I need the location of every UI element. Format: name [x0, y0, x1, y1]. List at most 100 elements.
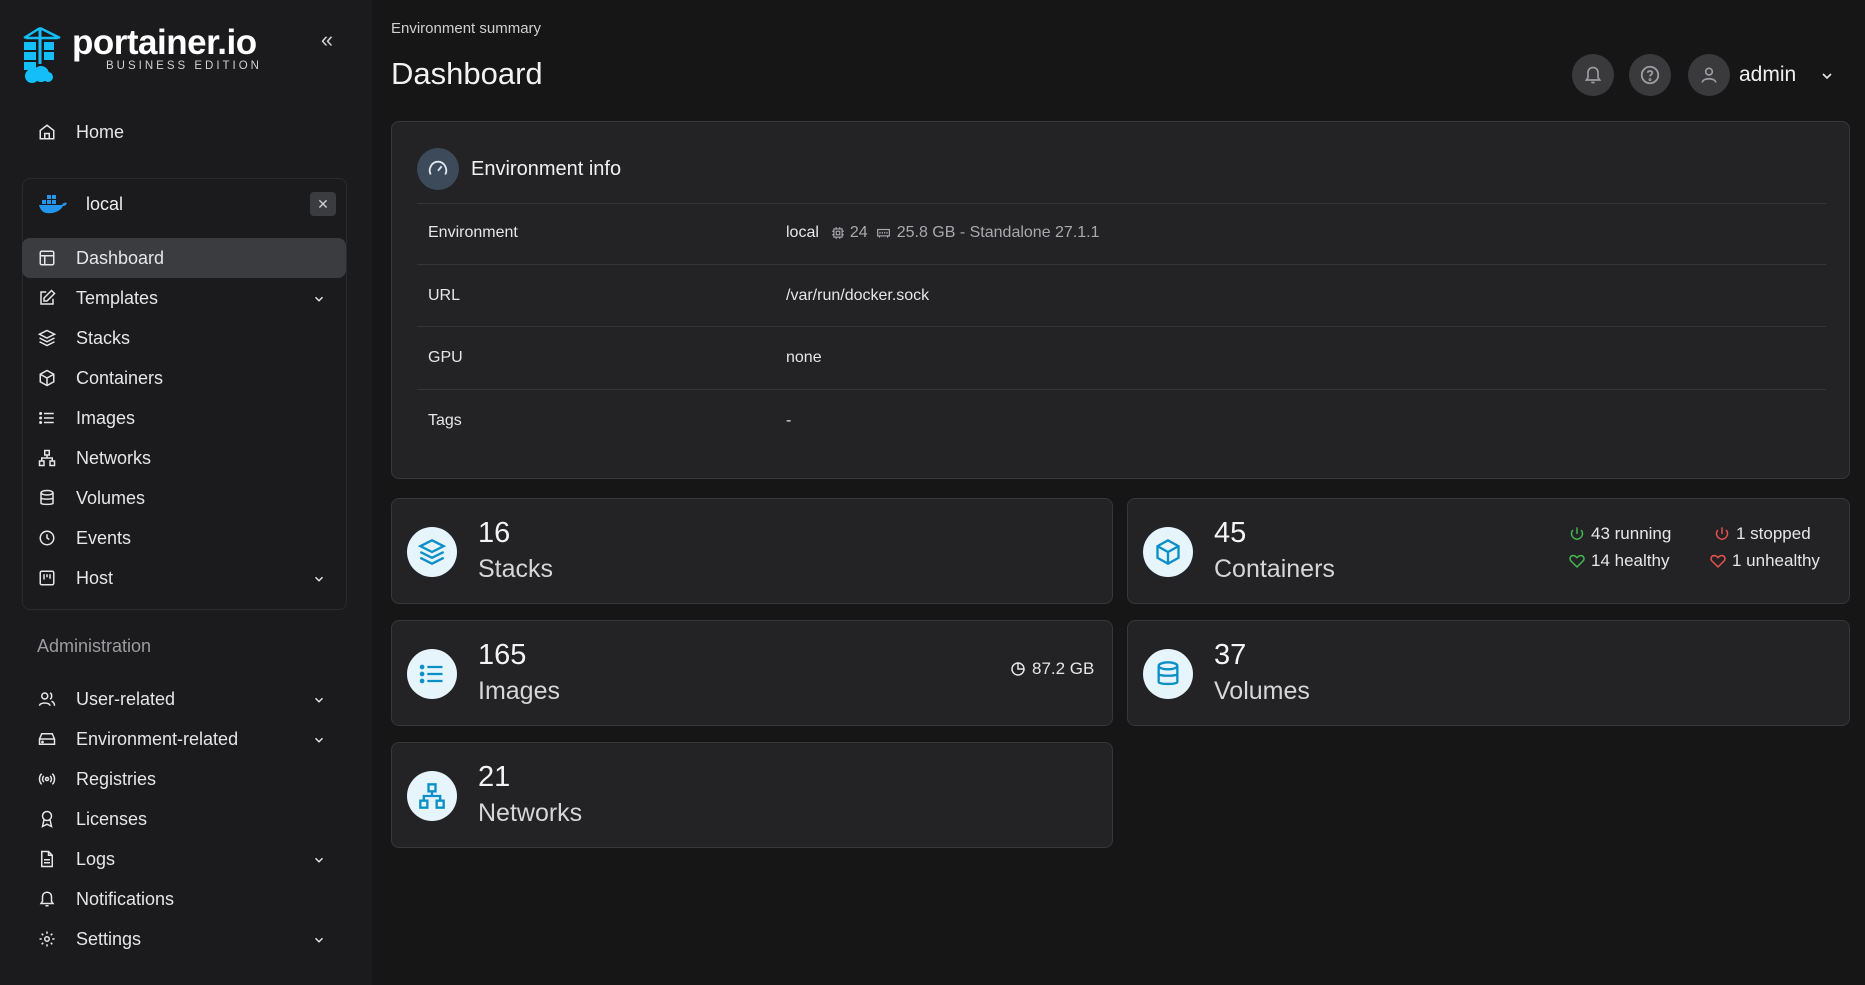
images-count: 165: [478, 639, 527, 671]
chevron-down-icon: [312, 731, 326, 752]
sidebar-item-user-related[interactable]: User-related: [22, 679, 346, 719]
images-label: Images: [478, 677, 560, 705]
hard-drive-icon: [34, 730, 60, 748]
divider: [417, 326, 1826, 327]
power-icon: [1570, 527, 1584, 541]
administration-heading: Administration: [37, 636, 152, 656]
sidebar-item-label: Notifications: [76, 888, 175, 909]
volumes-card[interactable]: 37 Volumes: [1127, 620, 1850, 726]
sidebar-item-environment-related[interactable]: Environment-related: [22, 719, 346, 759]
sidebar-item-volumes[interactable]: Volumes: [22, 478, 346, 518]
power-icon: [1715, 527, 1729, 541]
running-text: 43 running: [1591, 524, 1672, 543]
heart-icon: [1569, 554, 1585, 569]
chevron-down-icon: [312, 851, 326, 872]
gauge-icon: [417, 148, 459, 190]
chevron-down-icon: [1822, 73, 1832, 80]
environment-value: local: [786, 224, 819, 241]
images-card[interactable]: 165 Images 87.2 GB: [391, 620, 1113, 726]
sidebar: portainer.io BUSINESS EDITION « Home loc…: [0, 0, 372, 985]
sidebar-item-label: Containers: [76, 367, 164, 388]
stopped-count: 1 stopped: [1714, 524, 1811, 544]
healthy-text: 14 healthy: [1591, 551, 1670, 570]
unhealthy-text: 1 unhealthy: [1732, 551, 1820, 570]
env-row-value: /var/run/docker.sock: [786, 287, 930, 304]
sidebar-item-home[interactable]: Home: [22, 112, 346, 152]
notifications-button[interactable]: [1572, 54, 1614, 96]
networks-label: Networks: [478, 799, 583, 827]
sidebar-item-events[interactable]: Events: [22, 518, 346, 558]
portainer-logo[interactable]: portainer.io BUSINESS EDITION: [20, 24, 262, 84]
network-icon: [407, 771, 457, 821]
networks-card[interactable]: 21 Networks: [391, 742, 1113, 848]
user-name[interactable]: admin: [1739, 63, 1796, 87]
env-row-key: URL: [428, 287, 461, 304]
user-avatar[interactable]: [1688, 54, 1730, 96]
sidebar-item-settings[interactable]: Settings: [22, 919, 346, 959]
containers-card[interactable]: 45 Containers 43 running 1 stopped 14 he…: [1127, 498, 1850, 604]
divider: [417, 203, 1826, 204]
sidebar-item-notifications[interactable]: Notifications: [22, 879, 346, 919]
sidebar-item-templates[interactable]: Templates: [22, 278, 346, 318]
sidebar-item-label: User-related: [76, 688, 176, 709]
cpu-count: 24: [849, 224, 868, 241]
sidebar-item-label: Licenses: [76, 808, 148, 829]
sidebar-item-label: Volumes: [76, 487, 146, 508]
sidebar-item-images[interactable]: Images: [22, 398, 346, 438]
stacks-count: 16: [478, 517, 511, 549]
sidebar-item-label: Events: [76, 527, 132, 548]
environment-info-card: Environment info Environment local 24 25…: [391, 121, 1850, 479]
sidebar-item-label: Logs: [76, 848, 116, 869]
edit-icon: [34, 289, 60, 307]
users-icon: [34, 690, 60, 708]
sidebar-item-logs[interactable]: Logs: [22, 839, 346, 879]
sidebar-item-registries[interactable]: Registries: [22, 759, 346, 799]
sidebar-item-label: Images: [76, 407, 136, 428]
docker-icon: [38, 194, 68, 214]
images-size: 87.2 GB: [1010, 659, 1094, 679]
layers-icon: [34, 329, 60, 347]
breadcrumb: Environment summary: [391, 20, 542, 37]
chevron-down-icon: [312, 570, 326, 591]
env-row-value: -: [786, 412, 792, 429]
networks-count: 21: [478, 761, 511, 793]
list-icon: [34, 409, 60, 427]
help-button[interactable]: [1629, 54, 1671, 96]
memory-icon: [876, 226, 891, 240]
sidebar-item-host[interactable]: Host: [22, 558, 346, 598]
collapse-sidebar-button[interactable]: «: [313, 27, 341, 55]
env-row-key: Environment: [428, 224, 518, 241]
environment-info-title: Environment info: [471, 157, 622, 180]
cpu-icon: [831, 226, 845, 240]
env-row-value: local 24 25.8 GB - Standalone 27.1.1: [786, 224, 1100, 242]
close-environment-button[interactable]: ✕: [310, 192, 336, 216]
bell-icon: [34, 890, 60, 908]
sidebar-item-label: Host: [76, 567, 114, 588]
sidebar-item-stacks[interactable]: Stacks: [22, 318, 346, 358]
stacks-label: Stacks: [478, 555, 554, 583]
running-count: 43 running: [1569, 524, 1671, 544]
env-row-key: GPU: [428, 349, 463, 366]
chevron-down-icon: [312, 290, 326, 311]
host-icon: [34, 569, 60, 587]
chevron-down-icon: [312, 931, 326, 952]
sidebar-item-containers[interactable]: Containers: [22, 358, 346, 398]
home-icon: [34, 123, 60, 141]
sidebar-item-label: Stacks: [76, 327, 131, 348]
dashboard-icon: [34, 249, 60, 267]
stacks-card[interactable]: 16 Stacks: [391, 498, 1113, 604]
sidebar-item-licenses[interactable]: Licenses: [22, 799, 346, 839]
help-circle-icon: [1640, 65, 1660, 85]
healthy-count: 14 healthy: [1569, 551, 1669, 571]
bell-icon: [1584, 66, 1602, 84]
sidebar-item-networks[interactable]: Networks: [22, 438, 346, 478]
environment-header[interactable]: local: [22, 182, 346, 226]
sidebar-item-dashboard[interactable]: Dashboard: [22, 238, 346, 278]
heart-icon: [1710, 554, 1726, 569]
containers-label: Containers: [1214, 555, 1335, 583]
unhealthy-count: 1 unhealthy: [1710, 551, 1820, 571]
user-menu-chevron[interactable]: [1819, 68, 1835, 89]
brand-subtitle: BUSINESS EDITION: [106, 60, 262, 72]
layers-icon: [407, 527, 457, 577]
sidebar-item-label: Settings: [76, 928, 142, 949]
